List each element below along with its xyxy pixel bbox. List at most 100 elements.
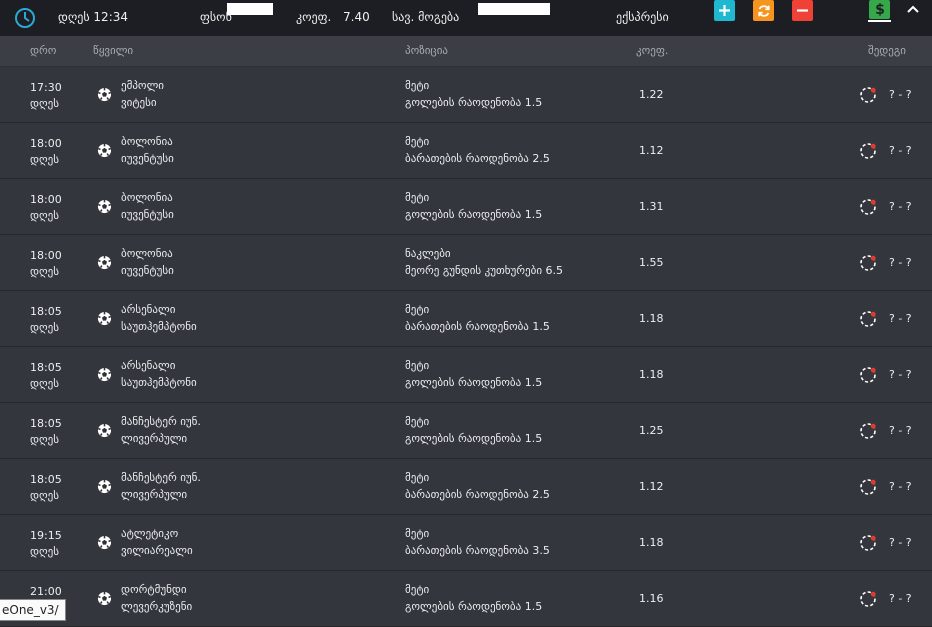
- match-day: დღეს: [30, 321, 59, 334]
- bet-position: მეტი: [405, 135, 430, 148]
- football-icon: [97, 367, 112, 382]
- football-icon: [97, 87, 112, 102]
- table-row[interactable]: 19:15 დღეს ატლეტიკო ვილიარეალი მეტი ბარა…: [0, 515, 932, 571]
- bet-market: მეორე გუნდის კუთხურები 6.5: [405, 264, 564, 277]
- team-away: საუთჰემპტონი: [121, 320, 197, 333]
- bet-list: 17:30 დღეს ემპოლი ვიტესი მეტი გოლების რა…: [0, 67, 932, 627]
- match-time: 19:15: [30, 529, 62, 542]
- team-away: იუვენტუსი: [121, 264, 174, 277]
- table-row[interactable]: 18:00 დღეს ბოლონია იუვენტუსი მეტი გოლები…: [0, 179, 932, 235]
- add-button[interactable]: [714, 0, 735, 21]
- match-day: დღეს: [30, 265, 59, 278]
- bet-odd: 1.12: [639, 480, 664, 493]
- team-home: ბოლონია: [121, 135, 173, 148]
- bet-market: ბარათების რაოდენობა 2.5: [405, 152, 550, 165]
- match-time: 18:05: [30, 417, 62, 430]
- col-result: შედეგი: [868, 44, 906, 57]
- clock-icon: [15, 8, 35, 28]
- bet-market: გოლების რაოდენობა 1.5: [405, 600, 543, 613]
- team-away: ლევერკუზენი: [121, 600, 193, 613]
- football-icon: [97, 479, 112, 494]
- bet-position: მეტი: [405, 583, 430, 596]
- possible-win-label: სავ. მოგება: [392, 10, 460, 24]
- bet-odd: 1.18: [639, 312, 664, 325]
- match-result: ? - ?: [889, 200, 912, 213]
- refresh-button[interactable]: [753, 0, 774, 21]
- bet-position: მეტი: [405, 79, 430, 92]
- pending-status-icon: [860, 255, 876, 271]
- team-away: იუვენტუსი: [121, 152, 174, 165]
- bet-position: მეტი: [405, 527, 430, 540]
- dollar-icon: $: [875, 2, 885, 18]
- team-away: ვიტესი: [121, 96, 157, 109]
- redacted-win: [478, 3, 550, 15]
- remove-button[interactable]: [792, 0, 813, 21]
- match-time: 18:05: [30, 361, 62, 374]
- table-row[interactable]: 18:05 დღეს მანჩესტერ იუნ. ლივერპული მეტი…: [0, 403, 932, 459]
- bet-odd: 1.31: [639, 200, 664, 213]
- match-day: დღეს: [30, 97, 59, 110]
- pending-status-icon: [860, 479, 876, 495]
- team-away: ლივერპული: [121, 432, 188, 445]
- team-home: მანჩესტერ იუნ.: [121, 471, 201, 484]
- table-row[interactable]: 18:05 დღეს არსენალი საუთჰემპტონი მეტი გო…: [0, 347, 932, 403]
- match-result: ? - ?: [889, 424, 912, 437]
- team-away: ლივერპული: [121, 488, 188, 501]
- express-label: ექსპრესი: [616, 10, 669, 24]
- bet-odd: 1.18: [639, 368, 664, 381]
- team-home: ატლეტიკო: [121, 527, 179, 540]
- team-home: არსენალი: [121, 303, 176, 316]
- football-icon: [97, 535, 112, 550]
- match-result: ? - ?: [889, 312, 912, 325]
- football-icon: [97, 423, 112, 438]
- bet-odd: 1.16: [639, 592, 664, 605]
- match-day: დღეს: [30, 153, 59, 166]
- table-row[interactable]: 18:00 დღეს ბოლონია იუვენტუსი მეტი ბარათე…: [0, 123, 932, 179]
- cashout-button[interactable]: $: [869, 0, 890, 19]
- pending-status-icon: [860, 367, 876, 383]
- match-day: დღეს: [30, 377, 59, 390]
- bet-market: გოლების რაოდენობა 1.5: [405, 376, 543, 389]
- pending-status-icon: [860, 591, 876, 607]
- match-day: დღეს: [30, 433, 59, 446]
- team-home: ბოლონია: [121, 247, 173, 260]
- team-away: ვილიარეალი: [121, 544, 193, 557]
- minus-icon: [797, 9, 808, 12]
- team-away: იუვენტუსი: [121, 208, 174, 221]
- pending-status-icon: [860, 535, 876, 551]
- bet-market: გოლების რაოდენობა 1.5: [405, 96, 543, 109]
- match-result: ? - ?: [889, 536, 912, 549]
- table-row[interactable]: 18:05 დღეს მანჩესტერ იუნ. ლივერპული მეტი…: [0, 459, 932, 515]
- match-result: ? - ?: [889, 144, 912, 157]
- plus-icon: [719, 5, 730, 16]
- table-row[interactable]: 18:05 დღეს არსენალი საუთჰემპტონი მეტი ბა…: [0, 291, 932, 347]
- table-row[interactable]: 17:30 დღეს ემპოლი ვიტესი მეტი გოლების რა…: [0, 67, 932, 123]
- football-icon: [97, 255, 112, 270]
- url-tooltip: eOne_v3/: [0, 599, 66, 621]
- bet-position: მეტი: [405, 359, 430, 372]
- bet-odd: 1.22: [639, 88, 664, 101]
- match-day: დღეს: [30, 209, 59, 222]
- refresh-icon: [757, 4, 770, 17]
- match-day: დღეს: [30, 489, 59, 502]
- football-icon: [97, 591, 112, 606]
- bet-market: ბარათების რაოდენობა 2.5: [405, 488, 550, 501]
- bet-position: მეტი: [405, 191, 430, 204]
- pending-status-icon: [860, 87, 876, 103]
- match-time: 18:00: [30, 193, 62, 206]
- pending-status-icon: [860, 199, 876, 215]
- match-time: 18:00: [30, 249, 62, 262]
- match-time: 18:05: [30, 305, 62, 318]
- table-row[interactable]: 18:00 დღეს ბოლონია იუვენტუსი ნაკლები მეო…: [0, 235, 932, 291]
- bet-market: გოლების რაოდენობა 1.5: [405, 432, 543, 445]
- header-bar: დღეს 12:34 ფსონ კოეფ. 7.40 სავ. მოგება ე…: [0, 0, 932, 36]
- col-time: დრო: [30, 44, 57, 57]
- bet-position: ნაკლები: [405, 247, 451, 260]
- col-position: პოზიცია: [405, 44, 448, 57]
- match-result: ? - ?: [889, 256, 912, 269]
- chevron-up-icon[interactable]: [906, 4, 920, 14]
- team-away: საუთჰემპტონი: [121, 376, 197, 389]
- table-header: დრო წყვილი პოზიცია კოეფ. შედეგი: [0, 36, 932, 66]
- bet-odd: 1.55: [639, 256, 664, 269]
- match-time: 17:30: [30, 81, 62, 94]
